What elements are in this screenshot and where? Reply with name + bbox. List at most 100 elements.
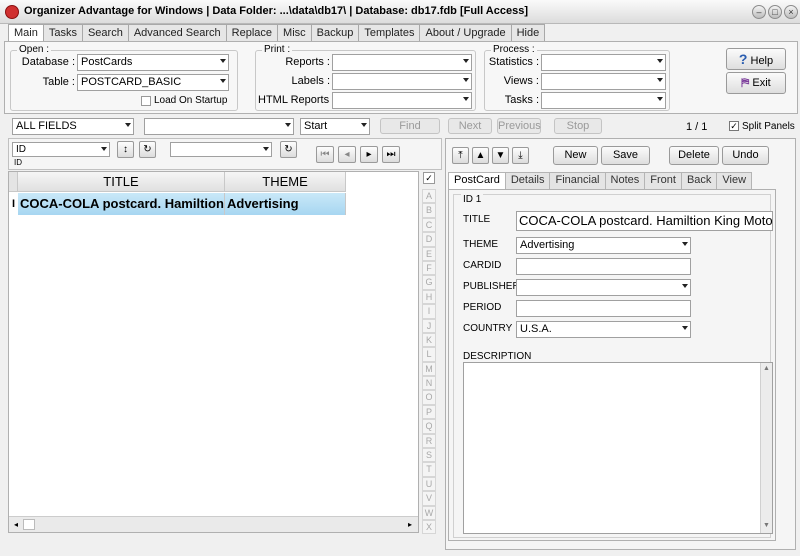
alpha-letter[interactable]: W xyxy=(422,505,436,520)
alpha-letter[interactable]: V xyxy=(422,491,436,506)
column-header-theme[interactable]: THEME xyxy=(225,172,346,192)
tab-tasks[interactable]: Tasks xyxy=(42,24,83,42)
find-button[interactable]: Find xyxy=(380,118,440,134)
tab-hide[interactable]: Hide xyxy=(510,24,546,42)
move-top-icon[interactable]: ⤒ xyxy=(452,147,469,164)
tab-details[interactable]: Details xyxy=(504,172,551,189)
tab-postcard[interactable]: PostCard xyxy=(448,172,506,190)
search-mode-select[interactable]: Start xyxy=(300,118,370,135)
tab-notes[interactable]: Notes xyxy=(604,172,646,189)
prev-record-icon[interactable]: ◂ xyxy=(338,146,356,163)
alpha-letter[interactable]: Q xyxy=(422,419,436,434)
refresh-icon[interactable]: ↻ xyxy=(139,141,156,158)
scroll-left-icon[interactable]: ◂ xyxy=(10,519,22,530)
scroll-right-icon[interactable]: ▸ xyxy=(404,519,416,530)
save-button[interactable]: Save xyxy=(601,146,650,165)
table-row-title[interactable]: COCA-COLA postcard. Hamiltion King Motor xyxy=(18,193,225,215)
maximize-button[interactable]: □ xyxy=(768,5,782,19)
sort-field-select[interactable]: ID xyxy=(12,142,110,157)
alpha-letter[interactable]: C xyxy=(422,217,436,233)
help-button[interactable]: ? Help xyxy=(726,48,786,70)
tab-advanced-search[interactable]: Advanced Search xyxy=(127,24,227,42)
tab-replace[interactable]: Replace xyxy=(225,24,279,42)
close-button[interactable]: × xyxy=(784,5,798,19)
alpha-letter[interactable]: A xyxy=(422,189,436,204)
table-select[interactable]: POSTCARD_BASIC xyxy=(77,74,229,91)
alpha-letter[interactable]: N xyxy=(422,376,436,391)
load-on-startup-checkbox[interactable] xyxy=(141,96,151,106)
alphabet-filter-checkbox[interactable]: ✓ xyxy=(423,172,435,184)
first-record-icon[interactable]: ⏮ xyxy=(316,146,334,163)
scroll-up-icon[interactable]: ▲ xyxy=(761,364,772,374)
alpha-letter[interactable]: P xyxy=(422,404,436,420)
minimize-button[interactable]: – xyxy=(752,5,766,19)
stop-button[interactable]: Stop xyxy=(554,118,602,134)
country-select[interactable]: U.S.A. xyxy=(516,321,691,338)
move-up-icon[interactable]: ▲ xyxy=(472,147,489,164)
alpha-letter[interactable]: M xyxy=(422,361,436,377)
alpha-letter[interactable]: F xyxy=(422,260,436,276)
split-panels-checkbox[interactable]: ✓ xyxy=(729,121,739,131)
filter-select[interactable] xyxy=(170,142,272,157)
html-reports-select[interactable] xyxy=(332,92,472,109)
tab-misc[interactable]: Misc xyxy=(277,24,312,42)
delete-button[interactable]: Delete xyxy=(669,146,719,165)
labels-select[interactable] xyxy=(332,73,472,90)
move-down-icon[interactable]: ▼ xyxy=(492,147,509,164)
next-button[interactable]: Next xyxy=(448,118,492,134)
tab-templates[interactable]: Templates xyxy=(358,24,421,42)
alpha-letter[interactable]: X xyxy=(422,519,436,535)
tasks-select[interactable] xyxy=(541,92,666,109)
reports-select[interactable] xyxy=(332,54,472,71)
sort-direction-button[interactable]: ↕ xyxy=(117,141,134,158)
records-grid[interactable]: TITLE THEME I COCA-COLA postcard. Hamilt… xyxy=(8,171,419,533)
table-row-theme[interactable]: Advertising xyxy=(225,193,346,215)
move-bottom-icon[interactable]: ⤓ xyxy=(512,147,529,164)
tab-back[interactable]: Back xyxy=(680,172,718,189)
previous-button[interactable]: Previous xyxy=(497,118,541,134)
statistics-select[interactable] xyxy=(541,54,666,71)
alpha-letter[interactable]: T xyxy=(422,462,436,477)
horizontal-scrollbar[interactable]: ◂ ▸ xyxy=(9,516,418,532)
cardid-field[interactable] xyxy=(516,258,691,275)
alpha-letter[interactable]: L xyxy=(422,347,436,362)
exit-button[interactable]: ⛿ Exit xyxy=(726,72,786,94)
table-label: Table : xyxy=(42,76,75,88)
tab-about-upgrade[interactable]: About / Upgrade xyxy=(419,24,512,42)
next-record-icon[interactable]: ▸ xyxy=(360,146,378,163)
database-select[interactable]: PostCards xyxy=(77,54,229,71)
theme-select[interactable]: Advertising xyxy=(516,237,691,254)
period-field[interactable] xyxy=(516,300,691,317)
views-select[interactable] xyxy=(541,73,666,90)
alpha-letter[interactable]: H xyxy=(422,289,436,305)
description-scrollbar[interactable]: ▲ ▼ xyxy=(760,363,772,533)
tab-front[interactable]: Front xyxy=(644,172,682,189)
scroll-thumb[interactable] xyxy=(23,519,35,530)
alpha-letter[interactable]: I xyxy=(422,304,436,319)
tab-view[interactable]: View xyxy=(716,172,753,189)
tab-search[interactable]: Search xyxy=(81,24,129,42)
scroll-down-icon[interactable]: ▼ xyxy=(761,521,772,531)
alpha-letter[interactable]: E xyxy=(422,246,436,261)
publisher-select[interactable] xyxy=(516,279,691,296)
tab-backup[interactable]: Backup xyxy=(310,24,360,42)
alpha-letter[interactable]: G xyxy=(422,275,436,290)
alpha-letter[interactable]: R xyxy=(422,433,436,449)
last-record-icon[interactable]: ⏭ xyxy=(382,146,400,163)
column-header-title[interactable]: TITLE xyxy=(18,172,225,192)
title-field[interactable]: COCA-COLA postcard. Hamiltion King Motor xyxy=(516,211,773,231)
undo-button[interactable]: Undo xyxy=(722,146,769,165)
alpha-letter[interactable]: O xyxy=(422,390,436,405)
new-button[interactable]: New xyxy=(553,146,598,165)
tab-financial[interactable]: Financial xyxy=(549,172,606,189)
alpha-letter[interactable]: S xyxy=(422,448,436,463)
alpha-letter[interactable]: D xyxy=(422,232,436,247)
alpha-letter[interactable]: K xyxy=(422,332,436,348)
alpha-letter[interactable]: B xyxy=(422,203,436,218)
description-textarea[interactable]: ▲ ▼ xyxy=(463,362,773,534)
alpha-letter[interactable]: U xyxy=(422,476,436,492)
search-input[interactable] xyxy=(144,118,294,135)
refresh-icon[interactable]: ↻ xyxy=(280,141,297,158)
search-field-select[interactable]: ALL FIELDS xyxy=(12,118,134,135)
alpha-letter[interactable]: J xyxy=(422,318,436,333)
